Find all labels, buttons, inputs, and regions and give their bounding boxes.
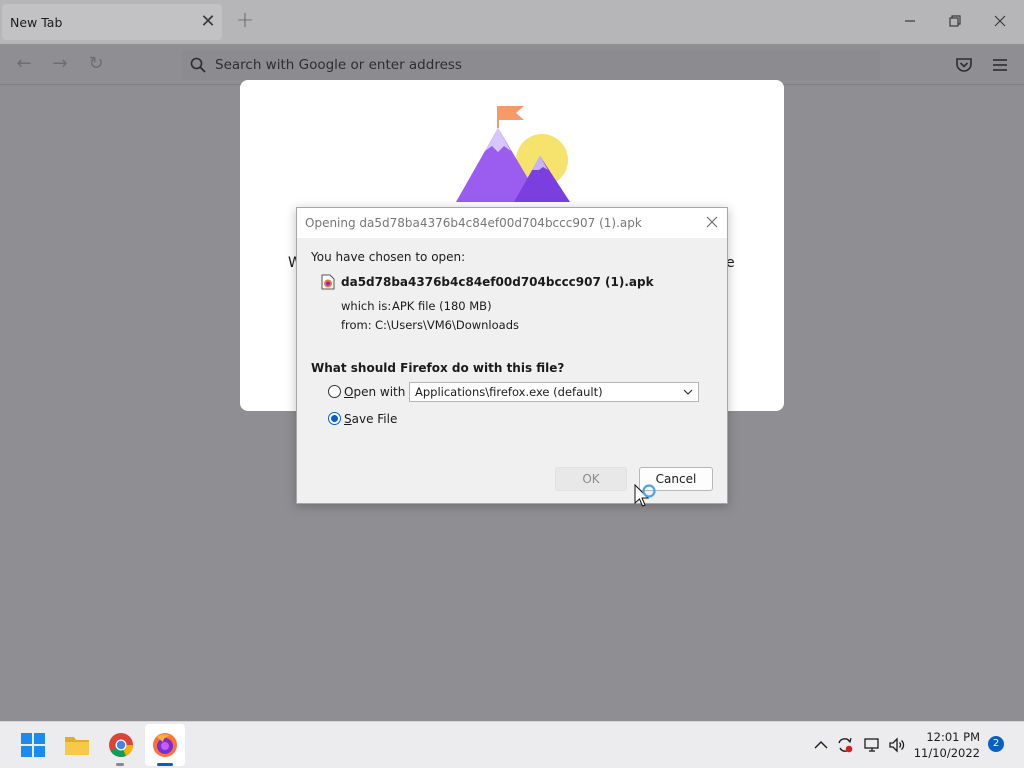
ok-button[interactable]: OK [555,467,627,491]
close-icon [706,216,718,228]
file-type-value: APK file (180 MB) [392,299,492,313]
selected-app: Applications\firefox.exe (default) [415,385,603,399]
open-with-radio[interactable] [328,385,341,398]
open-with-app-select[interactable]: Applications\firefox.exe (default) [409,382,699,402]
file-source-label: from: [341,318,372,332]
dialog-close-button[interactable] [701,213,723,233]
close-icon [994,15,1006,27]
window-close-button[interactable] [985,8,1015,36]
chevron-down-icon [683,389,693,395]
dialog-titlebar[interactable]: Opening da5d78ba4376b4c84ef00d704bccc907… [297,208,727,238]
active-indicator [157,763,173,766]
dialog-title: Opening da5d78ba4376b4c84ef00d704bccc907… [305,216,642,230]
network-icon[interactable] [863,736,881,754]
save-file-label[interactable]: Save File [344,412,397,426]
clock-date[interactable]: 11/10/2022 [912,746,980,760]
open-with-label[interactable]: Open with [344,385,405,399]
navigation-toolbar: ← → ↻ [0,44,1024,85]
chevron-up-icon[interactable] [812,736,830,754]
file-explorer-icon[interactable] [63,731,91,759]
tab-strip: New Tab ✕ + [0,0,1024,44]
new-tab-button[interactable]: + [233,10,257,34]
open-with-label-text: pen with [353,385,406,399]
file-type-label: which is: [341,299,392,313]
open-file-dialog: Opening da5d78ba4376b4c84ef00d704bccc907… [296,207,728,504]
windows-start-icon[interactable] [19,731,47,759]
apk-file-icon [321,274,335,290]
url-bar[interactable] [182,50,880,80]
minimize-icon [905,20,915,22]
google-chrome-icon[interactable] [107,731,135,759]
running-indicator [116,763,124,766]
pocket-icon[interactable] [954,55,974,75]
tab-new-tab[interactable]: New Tab ✕ [2,4,222,40]
busy-cursor-icon [634,484,656,507]
clock-time[interactable]: 12:01 PM [920,730,980,744]
hamburger-menu-icon[interactable] [990,55,1010,75]
file-source-value: C:\Users\VM6\Downloads [375,318,519,332]
tab-title: New Tab [10,15,63,30]
restore-button[interactable] [940,8,970,36]
firefox-icon[interactable] [151,731,179,759]
minimize-button[interactable] [895,8,925,36]
taskbar: 12:01 PM 11/10/2022 2 [0,721,1024,768]
access-key: S [344,412,352,426]
mountain-illustration [456,106,570,202]
forward-button[interactable]: → [48,52,72,76]
action-question: What should Firefox do with this file? [311,361,565,375]
back-button[interactable]: ← [12,52,36,76]
sync-icon[interactable] [836,736,854,754]
save-file-radio[interactable] [328,412,341,425]
reload-button[interactable]: ↻ [84,52,108,76]
search-icon [190,57,206,73]
tab-close-icon[interactable]: ✕ [198,12,218,32]
notification-badge[interactable]: 2 [988,736,1004,752]
address-input[interactable] [215,56,855,74]
chosen-to-open-label: You have chosen to open: [311,250,466,264]
file-name: da5d78ba4376b4c84ef00d704bccc907 (1).apk [341,275,654,289]
restore-icon [949,15,961,27]
save-file-label-text: ave File [351,412,398,426]
volume-icon[interactable] [888,736,906,754]
